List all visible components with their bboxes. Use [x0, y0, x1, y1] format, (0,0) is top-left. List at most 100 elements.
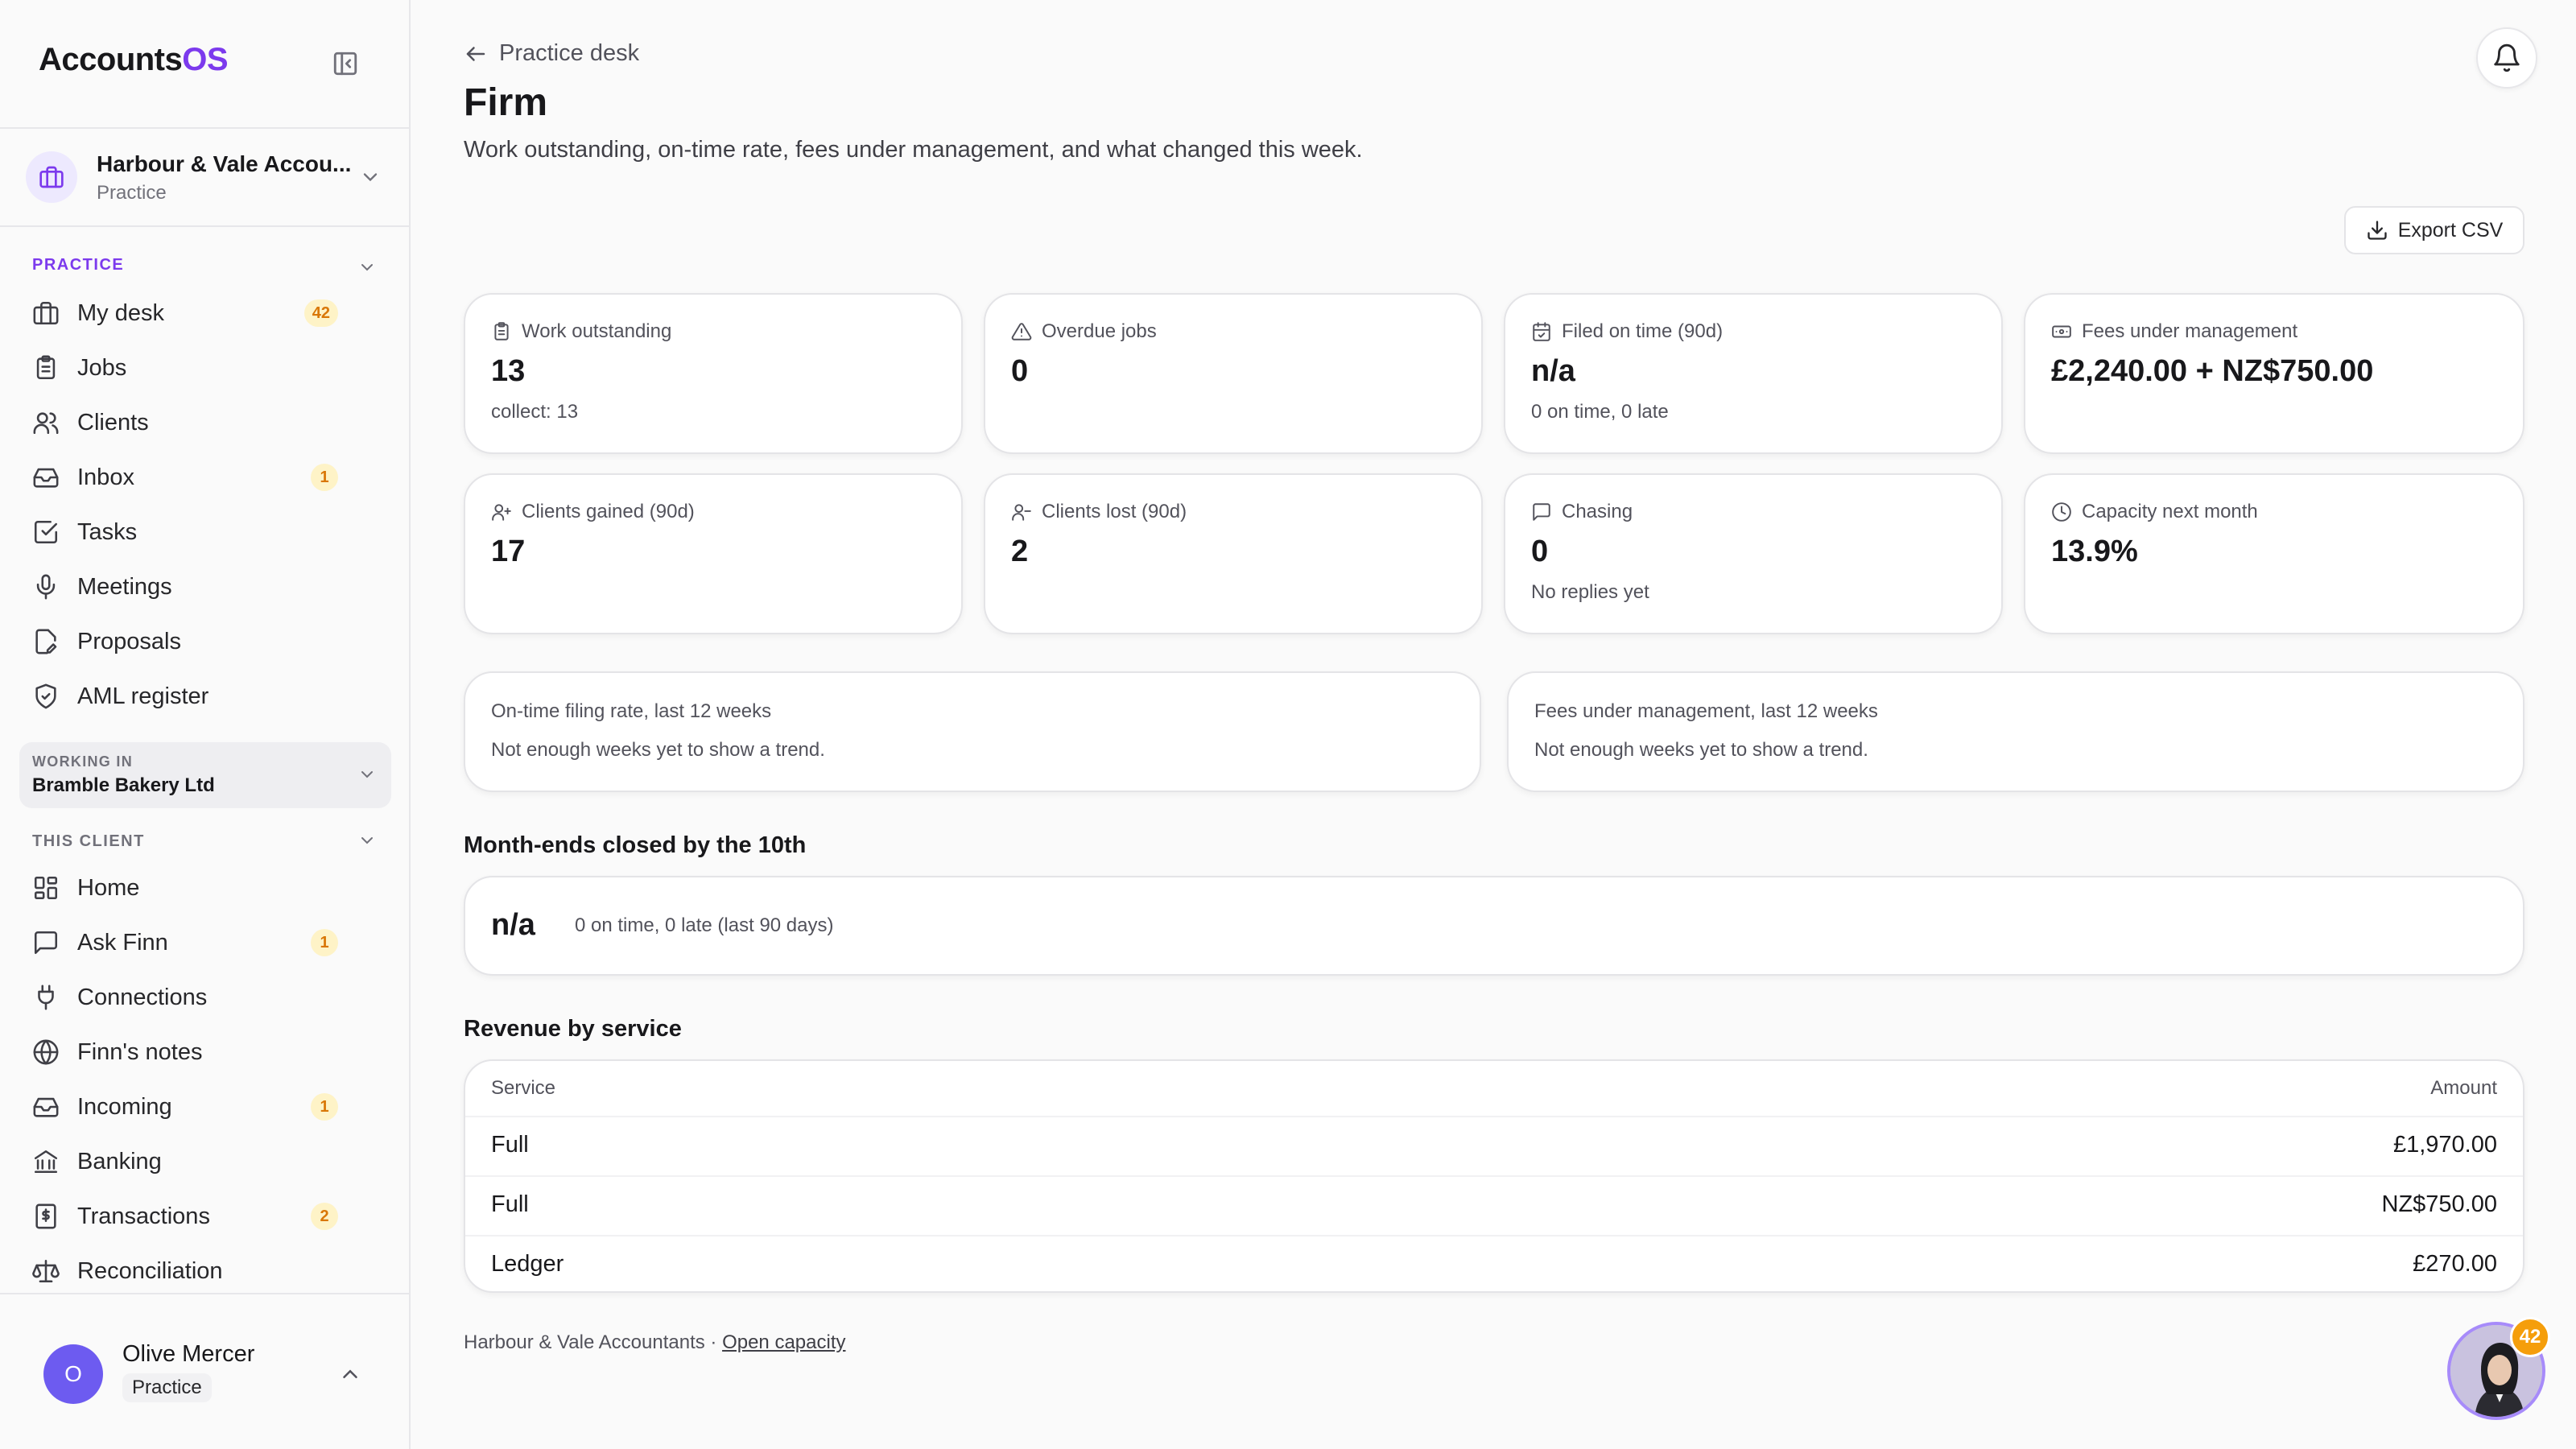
sidebar-item-inbox[interactable]: Inbox 1: [32, 457, 354, 497]
stat-card-filed-on-time[interactable]: Filed on time (90d) n/a 0 on time, 0 lat…: [1504, 293, 2003, 454]
trend-title: Fees under management, last 12 weeks: [1534, 700, 1878, 722]
warning-icon: [1011, 323, 1032, 341]
stat-sub: No replies yet: [1531, 581, 1649, 603]
bell-icon: [2494, 43, 2520, 72]
sidebar-item-ask-finn[interactable]: Ask Finn 1: [32, 923, 354, 963]
working-in-switcher[interactable]: WORKING IN Bramble Bakery Ltd: [19, 742, 391, 808]
stat-card-chasing[interactable]: Chasing 0 No replies yet: [1504, 473, 2003, 634]
stat-label: Fees under management: [2082, 320, 2298, 342]
cell-amount: £270.00: [2413, 1251, 2497, 1277]
stat-card-clients-lost[interactable]: Clients lost (90d) 2: [984, 473, 1483, 634]
brand-logo[interactable]: AccountsOS: [39, 42, 229, 78]
sidebar-item-meetings[interactable]: Meetings: [32, 567, 354, 607]
org-name: Harbour & Vale Accou...: [97, 151, 352, 176]
count-badge: 42: [303, 299, 338, 327]
stat-card-fees-under-management[interactable]: Fees under management £2,240.00 + NZ$750…: [2024, 293, 2524, 454]
back-link-label: Practice desk: [499, 40, 640, 66]
stat-value: 0: [1531, 535, 1549, 568]
sidebar-item-proposals[interactable]: Proposals: [32, 621, 354, 662]
month-ends-card: n/a 0 on time, 0 late (last 90 days): [464, 876, 2524, 976]
sidebar-item-jobs[interactable]: Jobs: [32, 348, 354, 388]
section-heading-revenue: Revenue by service: [464, 1016, 682, 1042]
clock-icon: [2052, 502, 2071, 522]
cell-amount: £1,970.00: [2392, 1132, 2497, 1158]
document-edit-icon: [35, 629, 57, 654]
count-badge: 2: [311, 1203, 338, 1230]
stat-label: Work outstanding: [522, 320, 672, 342]
working-in-label: WORKING IN: [32, 753, 133, 770]
sidebar-item-reconciliation[interactable]: Reconciliation: [32, 1251, 354, 1291]
section-heading-month-ends: Month-ends closed by the 10th: [464, 832, 807, 858]
table-row[interactable]: Full NZ$750.00: [465, 1175, 2523, 1233]
avatar: O: [43, 1344, 103, 1404]
trend-card-fees-under-management: Fees under management, last 12 weeks Not…: [1507, 671, 2524, 792]
page-footer: Harbour & Vale Accountants · Open capaci…: [464, 1331, 845, 1354]
stat-card-clients-gained[interactable]: Clients gained (90d) 17: [464, 473, 963, 634]
notifications-button[interactable]: [2476, 27, 2537, 89]
download-icon: [2368, 221, 2387, 240]
stat-card-capacity-next-month[interactable]: Capacity next month 13.9%: [2024, 473, 2524, 634]
inbox-icon: [33, 1097, 59, 1117]
chevron-down-icon[interactable]: [357, 258, 377, 277]
sidebar-item-incoming[interactable]: Incoming 1: [32, 1087, 354, 1127]
sidebar-item-label: Meetings: [77, 573, 172, 600]
stat-value: 13: [491, 354, 526, 388]
stat-value: 0: [1011, 354, 1029, 388]
sidebar-item-transactions[interactable]: Transactions 2: [32, 1196, 354, 1236]
briefcase-icon: [33, 301, 59, 325]
count-badge: 1: [311, 464, 338, 491]
column-header-amount[interactable]: Amount: [2430, 1077, 2497, 1100]
stat-value: n/a: [1531, 354, 1575, 388]
section-label-this-client[interactable]: THIS CLIENT: [32, 832, 145, 851]
clipboard-icon: [36, 355, 56, 380]
banknote-icon: [2052, 325, 2071, 338]
sidebar-item-connections[interactable]: Connections: [32, 977, 354, 1018]
sidebar-collapse-icon[interactable]: [332, 50, 359, 77]
sidebar-item-label: Inbox: [77, 464, 134, 490]
sidebar-item-label: Connections: [77, 984, 208, 1010]
user-role-badge: Practice: [122, 1373, 212, 1402]
checkbox-icon: [34, 520, 58, 544]
sidebar-item-clients[interactable]: Clients: [32, 402, 354, 443]
receipt-icon: [35, 1203, 56, 1229]
plug-icon: [38, 985, 54, 1010]
sidebar-item-label: Clients: [77, 409, 149, 436]
export-csv-button[interactable]: Export CSV: [2344, 206, 2524, 254]
sidebar-item-tasks[interactable]: Tasks: [32, 512, 354, 552]
bank-icon: [34, 1150, 58, 1174]
back-link[interactable]: Practice desk: [464, 40, 639, 67]
section-label-practice[interactable]: PRACTICE: [32, 256, 124, 275]
sidebar-item-my-desk[interactable]: My desk 42: [32, 293, 354, 333]
building-icon: [26, 151, 77, 203]
sidebar-divider: [0, 225, 411, 227]
shield-icon: [35, 683, 56, 709]
stat-value: 13.9%: [2051, 535, 2138, 568]
cell-service: Full: [491, 1191, 529, 1217]
chevron-down-icon[interactable]: [357, 831, 377, 850]
sidebar-item-label: Banking: [77, 1148, 162, 1174]
sidebar-item-banking[interactable]: Banking: [32, 1141, 354, 1182]
chevron-down-icon: [363, 173, 378, 182]
open-capacity-link[interactable]: Open capacity: [722, 1331, 845, 1353]
column-header-service[interactable]: Service: [491, 1077, 555, 1100]
table-row[interactable]: Full £1,970.00: [465, 1116, 2523, 1174]
sidebar-item-label: Tasks: [77, 518, 138, 545]
cell-service: Ledger: [491, 1251, 564, 1277]
month-ends-text: 0 on time, 0 late (last 90 days): [575, 914, 834, 936]
sidebar-item-finns-notes[interactable]: Finn's notes: [32, 1032, 354, 1072]
sidebar-item-label: My desk: [77, 299, 164, 326]
user-minus-icon: [1012, 504, 1031, 521]
stat-card-work-outstanding[interactable]: Work outstanding 13 collect: 13: [464, 293, 963, 454]
user-menu[interactable]: O Olive Mercer Practice: [43, 1336, 382, 1409]
clipboard-icon: [494, 322, 509, 341]
table-row[interactable]: Ledger £270.00: [465, 1235, 2523, 1291]
calendar-icon: [1533, 322, 1550, 341]
trend-title: On-time filing rate, last 12 weeks: [491, 700, 772, 722]
sidebar-item-home[interactable]: Home: [32, 868, 354, 908]
trend-text: Not enough weeks yet to show a trend.: [1534, 739, 1868, 761]
org-switcher[interactable]: Harbour & Vale Accou... Practice: [26, 151, 385, 204]
sidebar-item-aml-register[interactable]: AML register: [32, 676, 354, 716]
org-type: Practice: [97, 182, 167, 204]
stat-value: 2: [1011, 535, 1029, 568]
stat-card-overdue-jobs[interactable]: Overdue jobs 0: [984, 293, 1483, 454]
